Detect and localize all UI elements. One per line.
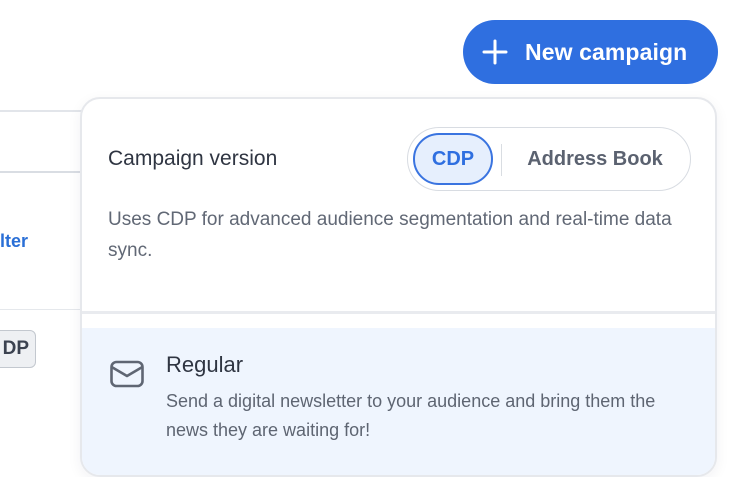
plus-icon <box>482 39 508 65</box>
new-campaign-dropdown: Campaign version CDP Address Book Uses C… <box>80 97 717 477</box>
filter-link[interactable]: lter <box>0 231 28 252</box>
table-divider <box>0 110 90 112</box>
toggle-separator <box>501 144 502 176</box>
campaign-version-toggle: CDP Address Book <box>407 127 691 191</box>
toggle-option-address-book[interactable]: Address Book <box>506 133 684 185</box>
version-badge: DP <box>0 330 36 368</box>
toggle-option-cdp[interactable]: CDP <box>413 133 493 185</box>
version-badge-label: DP <box>2 338 29 359</box>
campaign-version-label: Campaign version <box>108 147 278 170</box>
campaign-type-regular[interactable]: Regular Send a digital newsletter to you… <box>82 328 715 475</box>
table-divider <box>0 309 90 310</box>
envelope-icon <box>110 360 144 388</box>
table-divider <box>0 171 90 173</box>
campaign-version-description: Uses CDP for advanced audience segmentat… <box>108 209 672 261</box>
new-campaign-button[interactable]: New campaign <box>463 20 718 84</box>
campaign-version-row: Campaign version CDP Address Book <box>108 127 691 191</box>
campaign-type-title: Regular <box>166 352 244 377</box>
new-campaign-label: New campaign <box>525 38 688 65</box>
panel-divider <box>82 311 715 314</box>
campaign-type-description: Send a digital newsletter to your audien… <box>166 391 656 440</box>
